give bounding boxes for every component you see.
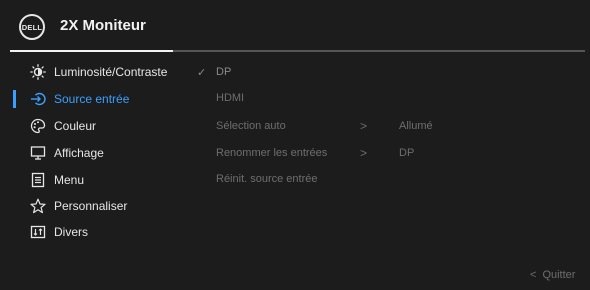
chevron-right-icon: > <box>360 119 368 133</box>
back-chevron-icon: < <box>530 269 537 281</box>
sidebar-item-others[interactable]: Divers <box>30 222 190 242</box>
sidebar-item-input-source[interactable]: Source entrée <box>30 89 190 109</box>
sidebar-item-color[interactable]: Couleur <box>30 116 190 136</box>
menu-list-icon <box>30 172 46 188</box>
option-label: DP <box>216 66 232 78</box>
sidebar-item-label: Couleur <box>54 119 97 133</box>
dell-logo: DELL <box>19 14 45 40</box>
sidebar-item-label: Luminosité/Contraste <box>54 65 168 79</box>
sidebar-item-label: Affichage <box>54 146 104 160</box>
option-label: Renommer les entrées <box>216 147 328 159</box>
option-hdmi[interactable]: HDMI <box>216 90 244 106</box>
option-label: Sélection auto <box>216 120 286 132</box>
header-divider-active <box>10 50 173 52</box>
auto-select-value: Allumé <box>399 120 433 132</box>
osd-title: 2X Moniteur <box>60 17 146 34</box>
sidebar-item-label: Menu <box>54 173 85 187</box>
osd-header: DELL 2X Moniteur <box>0 0 590 50</box>
palette-icon <box>30 118 46 134</box>
option-rename-inputs[interactable]: Renommer les entrées <box>216 145 327 161</box>
check-icon: ✓ <box>197 67 207 79</box>
monitor-osd: DELL 2X Moniteur Luminosité/Contraste So… <box>0 0 590 290</box>
brightness-icon <box>30 64 46 80</box>
sidebar-item-label: Source entrée <box>54 92 130 106</box>
sidebar-item-display[interactable]: Affichage <box>30 143 190 163</box>
quit-label: Quitter <box>542 269 576 281</box>
option-label: Réinit. source entrée <box>216 173 318 185</box>
option-dp[interactable]: DP <box>216 64 231 80</box>
other-settings-icon <box>30 224 46 240</box>
option-label: HDMI <box>216 92 245 104</box>
chevron-right-icon: > <box>360 146 368 160</box>
input-source-icon <box>30 91 46 107</box>
display-icon <box>30 145 46 161</box>
rename-inputs-value: DP <box>399 147 415 159</box>
quit-button[interactable]: < Quitter <box>530 269 575 281</box>
sidebar-item-personalize[interactable]: Personnaliser <box>30 196 190 216</box>
option-auto-select[interactable]: Sélection auto <box>216 118 286 134</box>
active-indicator <box>13 90 16 108</box>
option-reset-input-source[interactable]: Réinit. source entrée <box>216 171 318 187</box>
star-icon <box>30 198 46 214</box>
sidebar-item-label: Divers <box>54 225 89 239</box>
sidebar-item-menu[interactable]: Menu <box>30 170 190 190</box>
sidebar-item-label: Personnaliser <box>54 199 128 213</box>
sidebar-item-brightness-contrast[interactable]: Luminosité/Contraste <box>30 62 190 82</box>
